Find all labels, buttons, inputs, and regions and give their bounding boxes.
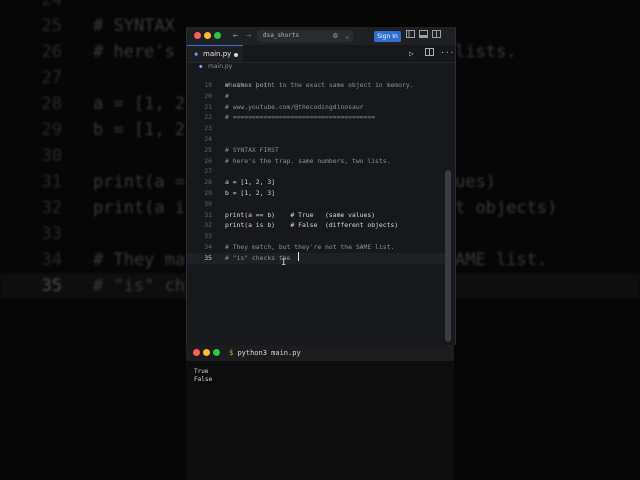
code-line: 19 # names point to the exact same object… (187, 80, 449, 91)
code-text: # (225, 91, 229, 100)
code-line: 35 # "is" checks the (187, 252, 449, 264)
code-line: 32 print(a is b) # False (different objec… (187, 220, 449, 231)
run-play-icon[interactable]: ▷ (409, 48, 414, 59)
minimize-window-button[interactable] (204, 32, 211, 39)
line-number: 22 (204, 113, 212, 122)
code-text: a = [1, 2, 3] (225, 178, 276, 187)
tab-label: main.py (203, 50, 232, 58)
forward-arrow-icon[interactable]: → (246, 30, 251, 42)
line-number: 25 (204, 145, 212, 154)
sign-in-button[interactable]: Sign In (374, 31, 401, 42)
more-actions-icon[interactable]: ··· (440, 47, 454, 58)
line-number: 35 (204, 253, 212, 262)
line-number: 20 (204, 91, 212, 100)
code-text: # www.youtube.com/@thecodingdinosaur (225, 102, 364, 111)
line-number: 21 (204, 102, 212, 111)
line-number: 32 (204, 221, 212, 230)
split-editor-icon[interactable] (425, 48, 434, 59)
code-line: 29 b = [1, 2, 3] (187, 188, 449, 199)
line-number: 26 (204, 156, 212, 165)
terminal-close-button[interactable] (193, 349, 200, 356)
mouse-ibeam-icon: I (281, 258, 287, 268)
line-number: 30 (204, 199, 212, 208)
terminal-zoom-button[interactable] (213, 349, 220, 356)
prompt-symbol: $ (229, 349, 234, 357)
editor-window: ← → dsa_shorts ⚙ ⌄ Sign In ◆ main.py ▷ ·… (186, 27, 456, 345)
code-text: # SYNTAX FIRST (225, 145, 279, 154)
back-arrow-icon[interactable]: ← (233, 30, 238, 42)
code-line: 34 # They match, but they're not the SAME… (187, 242, 449, 253)
code-text: # They match, but they're not the SAME l… (225, 243, 395, 251)
terminal-command: python3 main.py (237, 349, 301, 357)
python-file-icon: ◆ (194, 50, 199, 58)
line-number: 29 (204, 189, 212, 197)
code-line: 21 # www.youtube.com/@thecodingdinosaur (187, 102, 449, 113)
code-line: 23 (187, 123, 449, 134)
code-text: # ===================================== (225, 113, 376, 122)
line-number: 31 (204, 210, 212, 219)
close-window-button[interactable] (194, 32, 201, 39)
code-text: print(a == b) # True (same values) (225, 210, 376, 219)
command-search-box[interactable]: dsa_shorts (257, 30, 353, 42)
toggle-panel-icon[interactable] (419, 30, 428, 42)
terminal-title-bar: $ python3 main.py (186, 345, 454, 361)
text-cursor (298, 252, 299, 261)
search-box-label: dsa_shorts (263, 32, 300, 39)
line-number: 28 (204, 178, 212, 187)
code-line: 26 # here's the trap. same numbers, two l… (187, 156, 449, 167)
code-line: 20 # (187, 91, 449, 102)
code-line: 33 (187, 231, 449, 242)
code-text: # here's the trap. same numbers, two lis… (225, 156, 391, 165)
chevron-down-icon[interactable]: ⌄ (345, 30, 349, 42)
code-line: 27 (187, 166, 449, 177)
code-line: 22 # ====================================… (187, 112, 449, 123)
line-number: 27 (204, 167, 212, 176)
python-file-icon: ◆ (199, 63, 203, 70)
terminal-panel[interactable]: $ python3 main.py True False (186, 345, 454, 480)
code-editor[interactable]: whether both 19 # names point to the exac… (187, 72, 455, 345)
code-text: # names point to the exact same object i… (225, 81, 414, 89)
line-number: 23 (204, 124, 212, 133)
tab-main-py[interactable]: ◆ main.py (187, 45, 243, 62)
code-line-partial: whether both (187, 72, 449, 89)
terminal-prompt: $ python3 main.py (229, 348, 301, 358)
code-line: 25 # SYNTAX FIRST (187, 145, 449, 156)
line-number: 19 (204, 81, 212, 89)
line-number: 34 (204, 243, 212, 251)
code-line: 28 a = [1, 2, 3] (187, 177, 449, 188)
code-line: 31 print(a == b) # True (same values) (187, 210, 449, 221)
unsaved-dot-icon[interactable] (234, 53, 238, 57)
editor-scrollbar[interactable] (445, 170, 451, 342)
terminal-output-line: False (194, 376, 213, 383)
toggle-sidebar-icon[interactable] (406, 30, 415, 42)
terminal-output-line: True (194, 368, 209, 375)
code-text: b = [1, 2, 3] (225, 189, 276, 197)
tab-bar: ◆ main.py ▷ ··· (187, 45, 455, 63)
code-text: print(a is b) # False (different objects… (225, 221, 399, 230)
settings-gear-icon[interactable]: ⚙ (333, 30, 338, 42)
zoom-window-button[interactable] (214, 32, 221, 39)
line-number: 33 (204, 232, 212, 241)
terminal-minimize-button[interactable] (203, 349, 210, 356)
layout-icon[interactable] (432, 30, 441, 42)
breadcrumb: ◆ main.py (187, 62, 455, 72)
breadcrumb-file[interactable]: main.py (208, 63, 232, 71)
line-number: 24 (204, 135, 212, 143)
code-line: 24 (187, 134, 449, 145)
title-bar: ← → dsa_shorts ⚙ ⌄ Sign In (187, 27, 455, 45)
code-line: 30 (187, 199, 449, 210)
